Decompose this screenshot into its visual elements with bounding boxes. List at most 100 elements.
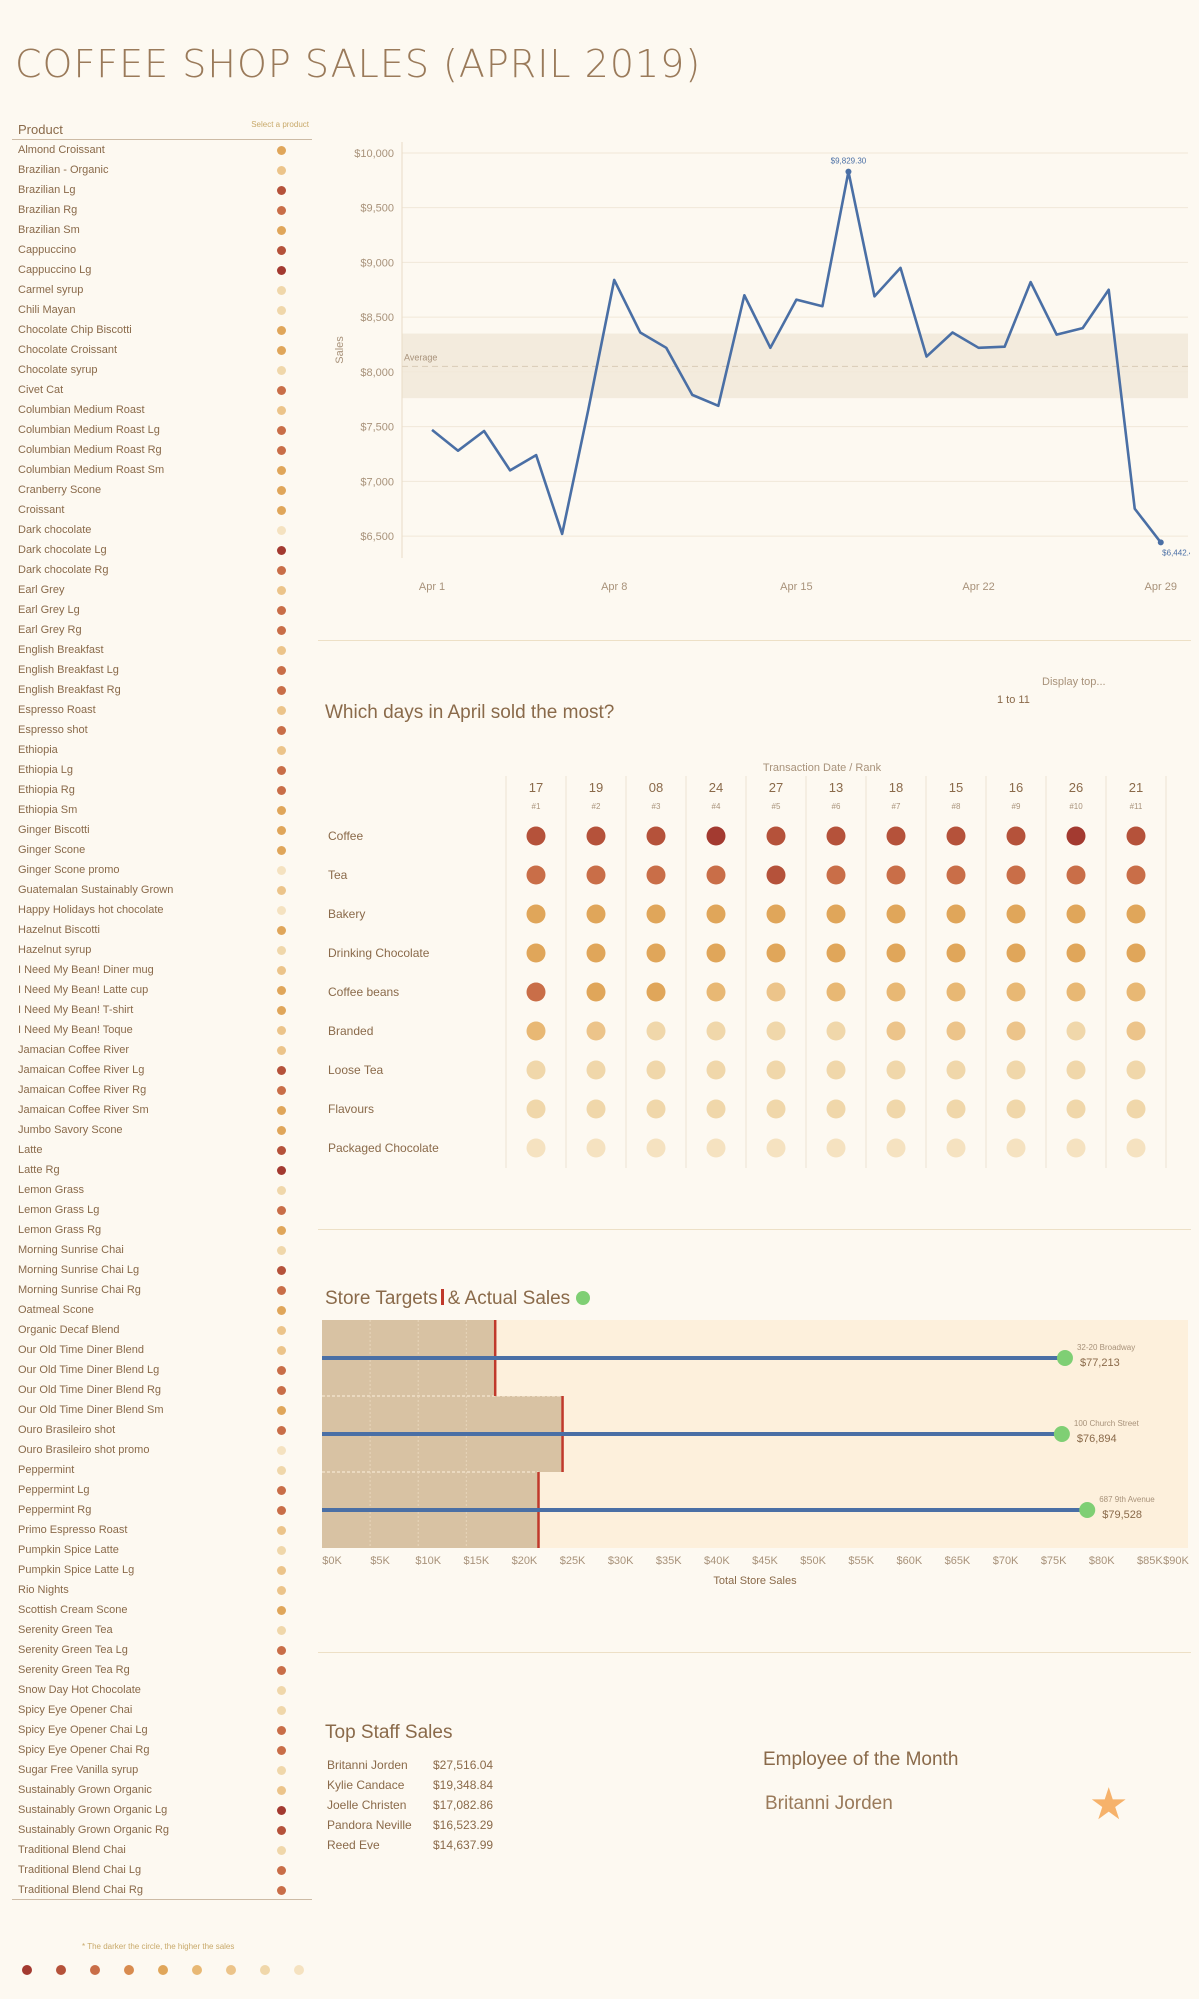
product-row[interactable]: Peppermint bbox=[12, 1460, 312, 1480]
sales-level-circle[interactable] bbox=[826, 1060, 846, 1080]
sales-level-circle[interactable] bbox=[586, 1021, 606, 1041]
product-row[interactable]: Our Old Time Diner Blend bbox=[12, 1340, 312, 1360]
sales-level-circle[interactable] bbox=[1066, 865, 1086, 885]
product-row[interactable]: Brazilian - Organic bbox=[12, 160, 312, 180]
sales-level-circle[interactable] bbox=[646, 1021, 666, 1041]
sales-level-circle[interactable] bbox=[886, 982, 906, 1002]
sales-level-circle[interactable] bbox=[886, 1138, 906, 1158]
sales-level-circle[interactable] bbox=[826, 865, 846, 885]
sales-level-circle[interactable] bbox=[706, 943, 726, 963]
product-row[interactable]: Spicy Eye Opener Chai Lg bbox=[12, 1720, 312, 1740]
sales-level-circle[interactable] bbox=[1006, 904, 1026, 924]
product-row[interactable]: Our Old Time Diner Blend Sm bbox=[12, 1400, 312, 1420]
sales-level-circle[interactable] bbox=[586, 865, 606, 885]
sales-level-circle[interactable] bbox=[1126, 982, 1146, 1002]
sales-level-circle[interactable] bbox=[766, 982, 786, 1002]
sales-level-circle[interactable] bbox=[526, 1099, 546, 1119]
sales-level-circle[interactable] bbox=[1126, 1021, 1146, 1041]
sales-level-circle[interactable] bbox=[946, 1060, 966, 1080]
product-row[interactable]: Earl Grey Rg bbox=[12, 620, 312, 640]
product-row[interactable]: Cappuccino bbox=[12, 240, 312, 260]
sales-level-circle[interactable] bbox=[1126, 826, 1146, 846]
sales-level-circle[interactable] bbox=[1006, 826, 1026, 846]
sales-level-circle[interactable] bbox=[826, 826, 846, 846]
sales-level-circle[interactable] bbox=[826, 943, 846, 963]
product-row[interactable]: Pumpkin Spice Latte bbox=[12, 1540, 312, 1560]
product-row[interactable]: Our Old Time Diner Blend Lg bbox=[12, 1360, 312, 1380]
sales-level-circle[interactable] bbox=[1066, 904, 1086, 924]
sales-level-circle[interactable] bbox=[826, 1099, 846, 1119]
product-row[interactable]: Brazilian Sm bbox=[12, 220, 312, 240]
product-row[interactable]: Sustainably Grown Organic Lg bbox=[12, 1800, 312, 1820]
sales-level-circle[interactable] bbox=[946, 1099, 966, 1119]
product-row[interactable]: Chocolate Chip Biscotti bbox=[12, 320, 312, 340]
sales-level-circle[interactable] bbox=[766, 826, 786, 846]
sales-level-circle[interactable] bbox=[1066, 826, 1086, 846]
sales-level-circle[interactable] bbox=[766, 904, 786, 924]
product-row[interactable]: Peppermint Lg bbox=[12, 1480, 312, 1500]
product-row[interactable]: Brazilian Lg bbox=[12, 180, 312, 200]
sales-level-circle[interactable] bbox=[886, 826, 906, 846]
product-row[interactable]: Traditional Blend Chai Rg bbox=[12, 1880, 312, 1900]
product-row[interactable]: Croissant bbox=[12, 500, 312, 520]
sales-level-circle[interactable] bbox=[706, 865, 726, 885]
product-row[interactable]: Jamaican Coffee River Sm bbox=[12, 1100, 312, 1120]
sales-level-circle[interactable] bbox=[1006, 1138, 1026, 1158]
product-row[interactable]: Oatmeal Scone bbox=[12, 1300, 312, 1320]
sales-level-circle[interactable] bbox=[946, 865, 966, 885]
sales-level-circle[interactable] bbox=[526, 865, 546, 885]
product-row[interactable]: Brazilian Rg bbox=[12, 200, 312, 220]
sales-level-circle[interactable] bbox=[1126, 904, 1146, 924]
sales-level-circle[interactable] bbox=[706, 982, 726, 1002]
select-product-hint[interactable]: Select a product bbox=[251, 120, 309, 129]
product-row[interactable]: Espresso Roast bbox=[12, 700, 312, 720]
product-row[interactable]: I Need My Bean! T-shirt bbox=[12, 1000, 312, 1020]
product-row[interactable]: Latte Rg bbox=[12, 1160, 312, 1180]
product-row[interactable]: English Breakfast Rg bbox=[12, 680, 312, 700]
product-row[interactable]: Cappuccino Lg bbox=[12, 260, 312, 280]
product-row[interactable]: Pumpkin Spice Latte Lg bbox=[12, 1560, 312, 1580]
sales-level-circle[interactable] bbox=[1006, 943, 1026, 963]
product-row[interactable]: I Need My Bean! Diner mug bbox=[12, 960, 312, 980]
sales-level-circle[interactable] bbox=[646, 1099, 666, 1119]
product-row[interactable]: Serenity Green Tea Rg bbox=[12, 1660, 312, 1680]
product-row[interactable]: Jamaican Coffee River Rg bbox=[12, 1080, 312, 1100]
sales-level-circle[interactable] bbox=[706, 904, 726, 924]
product-row[interactable]: Peppermint Rg bbox=[12, 1500, 312, 1520]
sales-level-circle[interactable] bbox=[526, 1138, 546, 1158]
sales-level-circle[interactable] bbox=[586, 1138, 606, 1158]
product-row[interactable]: Chocolate syrup bbox=[12, 360, 312, 380]
display-range-slider[interactable]: 1 to 11 bbox=[997, 694, 1030, 706]
product-row[interactable]: Chocolate Croissant bbox=[12, 340, 312, 360]
product-row[interactable]: Traditional Blend Chai Lg bbox=[12, 1860, 312, 1880]
product-row[interactable]: Sustainably Grown Organic Rg bbox=[12, 1820, 312, 1840]
sales-level-circle[interactable] bbox=[886, 1060, 906, 1080]
sales-level-circle[interactable] bbox=[526, 982, 546, 1002]
sales-level-circle[interactable] bbox=[886, 1021, 906, 1041]
sales-level-circle[interactable] bbox=[586, 1099, 606, 1119]
sales-level-circle[interactable] bbox=[766, 865, 786, 885]
sales-level-circle[interactable] bbox=[706, 1099, 726, 1119]
product-row[interactable]: Serenity Green Tea Lg bbox=[12, 1640, 312, 1660]
sales-level-circle[interactable] bbox=[526, 826, 546, 846]
sales-level-circle[interactable] bbox=[766, 1021, 786, 1041]
sales-level-circle[interactable] bbox=[886, 1099, 906, 1119]
sales-level-circle[interactable] bbox=[586, 943, 606, 963]
sales-level-circle[interactable] bbox=[646, 826, 666, 846]
product-row[interactable]: Morning Sunrise Chai Lg bbox=[12, 1260, 312, 1280]
sales-level-circle[interactable] bbox=[886, 943, 906, 963]
product-row[interactable]: English Breakfast bbox=[12, 640, 312, 660]
sales-level-circle[interactable] bbox=[646, 1138, 666, 1158]
sales-level-circle[interactable] bbox=[826, 904, 846, 924]
sales-level-circle[interactable] bbox=[1066, 1060, 1086, 1080]
sales-level-circle[interactable] bbox=[1006, 1060, 1026, 1080]
sales-level-circle[interactable] bbox=[826, 982, 846, 1002]
sales-level-circle[interactable] bbox=[586, 826, 606, 846]
sales-level-circle[interactable] bbox=[1006, 1021, 1026, 1041]
sales-level-circle[interactable] bbox=[526, 1021, 546, 1041]
sales-level-circle[interactable] bbox=[706, 1138, 726, 1158]
sales-level-circle[interactable] bbox=[946, 1021, 966, 1041]
product-row[interactable]: Dark chocolate Rg bbox=[12, 560, 312, 580]
product-row[interactable]: Lemon Grass bbox=[12, 1180, 312, 1200]
sales-level-circle[interactable] bbox=[946, 826, 966, 846]
